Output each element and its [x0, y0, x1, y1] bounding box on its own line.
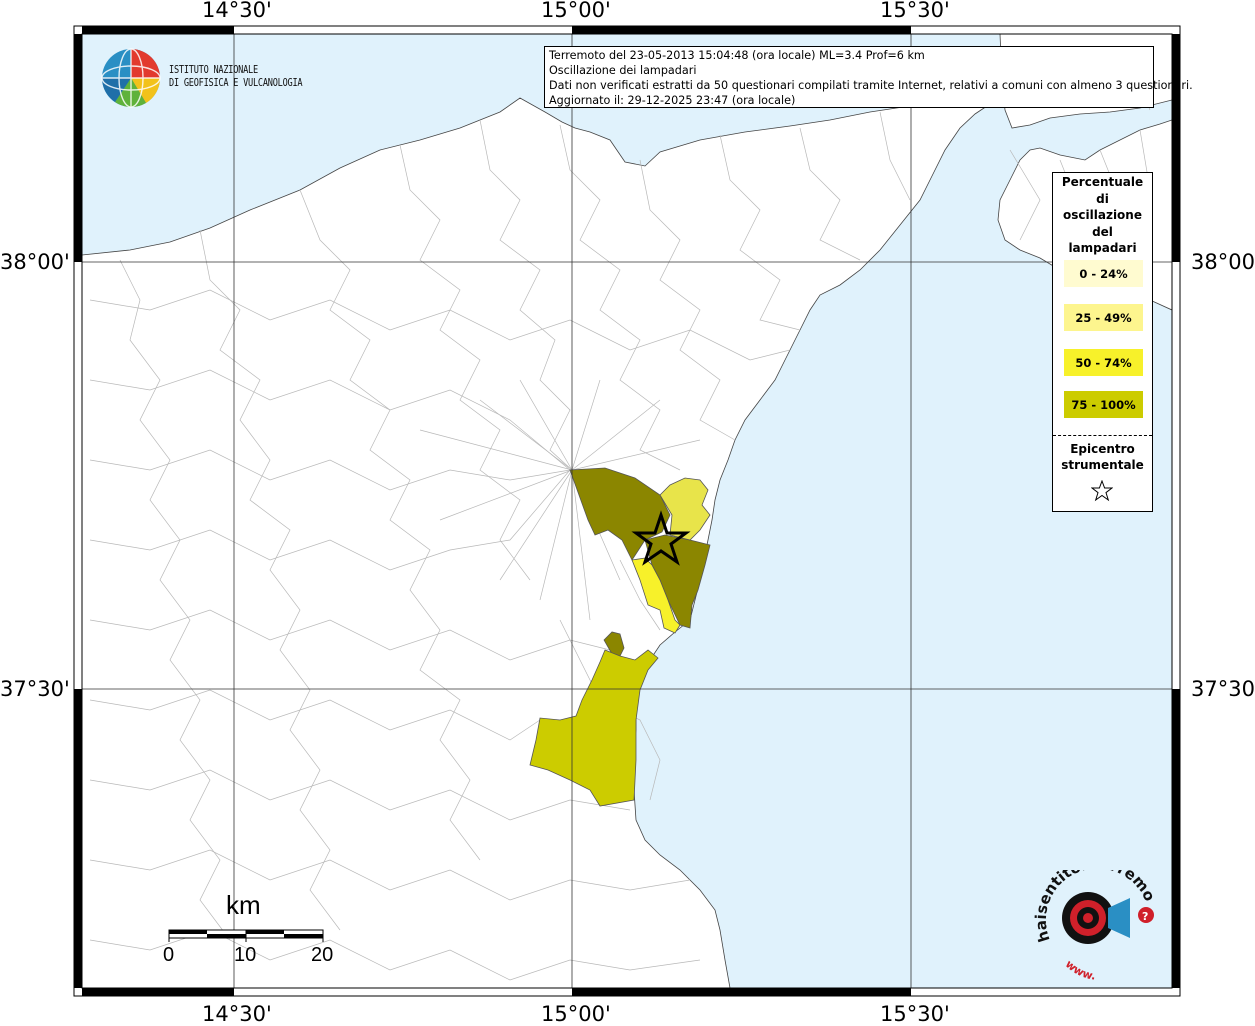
- legend-label: 75 - 100%: [1071, 397, 1136, 412]
- info-event: Terremoto del 23-05-2013 15:04:48 (ora l…: [549, 49, 925, 62]
- info-disclaimer: Dati non verificati estratti da 50 quest…: [549, 79, 1193, 92]
- lat-label-right-1: 38°00': [1191, 250, 1255, 274]
- scale-tick-20: 20: [311, 944, 334, 966]
- info-updated: Aggiornato il: 29-12-2025 23:47 (ora loc…: [549, 94, 796, 107]
- legend: Percentuale di oscillazione del lampadar…: [1052, 172, 1153, 512]
- legend-label: 50 - 74%: [1075, 355, 1132, 370]
- ingv-line-1: ISTITUTO NAZIONALE: [169, 64, 258, 76]
- legend-label: 25 - 49%: [1075, 310, 1132, 325]
- lat-label-left-2: 37°30': [0, 677, 70, 701]
- legend-title: Percentuale di oscillazione del lampadar…: [1053, 174, 1152, 257]
- legend-swatch-50-74: 50 - 74%: [1064, 349, 1143, 376]
- ingv-globe-icon: [101, 48, 161, 108]
- haisentito-logo: haisentitoilterremoto.it ? www.: [1025, 854, 1180, 982]
- ingv-logo: ISTITUTO NAZIONALE DI GEOFISICA E VULCAN…: [101, 48, 321, 110]
- scale-bar: km 0 10 20: [160, 890, 340, 970]
- legend-epicenter-line: Epicentro: [1070, 442, 1135, 456]
- lon-label-bottom-1: 14°30': [202, 1002, 272, 1026]
- legend-swatch-75-100: 75 - 100%: [1064, 391, 1143, 418]
- scale-tick-0: 0: [163, 944, 175, 966]
- svg-text:?: ?: [1142, 910, 1148, 923]
- lon-label-top-3: 15°30': [880, 0, 950, 22]
- legend-swatch-25-49: 25 - 49%: [1064, 304, 1143, 331]
- lon-label-top-1: 14°30': [202, 0, 272, 22]
- svg-text:www.: www.: [1063, 958, 1097, 980]
- lon-label-bottom-3: 15°30': [880, 1002, 950, 1026]
- scale-tick-10: 10: [234, 944, 257, 966]
- legend-title-line: di: [1096, 191, 1109, 206]
- legend-label: 0 - 24%: [1079, 266, 1128, 281]
- lat-label-right-2: 37°30': [1191, 677, 1255, 701]
- lon-label-top-2: 15°00': [541, 0, 611, 22]
- scale-unit: km: [226, 890, 261, 920]
- info-map-type: Oscillazione dei lampadari: [549, 64, 697, 77]
- legend-title-line: lampadari: [1068, 241, 1137, 255]
- star-icon: [1091, 480, 1113, 502]
- legend-title-line: Percentuale: [1061, 175, 1144, 189]
- legend-epicenter-line: strumentale: [1061, 458, 1144, 472]
- legend-title-line: oscillazione: [1063, 208, 1142, 222]
- legend-divider: [1053, 435, 1152, 436]
- legend-title-line: del: [1092, 224, 1113, 239]
- legend-swatch-0-24: 0 - 24%: [1064, 260, 1143, 287]
- ingv-line-2: DI GEOFISICA E VULCANOLOGIA: [169, 77, 303, 89]
- haisentito-prefix: www.: [1063, 958, 1097, 983]
- lon-label-bottom-2: 15°00': [541, 1002, 611, 1026]
- lat-label-left-1: 38°00': [0, 250, 70, 274]
- earthquake-info-box: Terremoto del 23-05-2013 15:04:48 (ora l…: [544, 46, 1193, 108]
- legend-epicenter: Epicentro strumentale: [1053, 441, 1152, 473]
